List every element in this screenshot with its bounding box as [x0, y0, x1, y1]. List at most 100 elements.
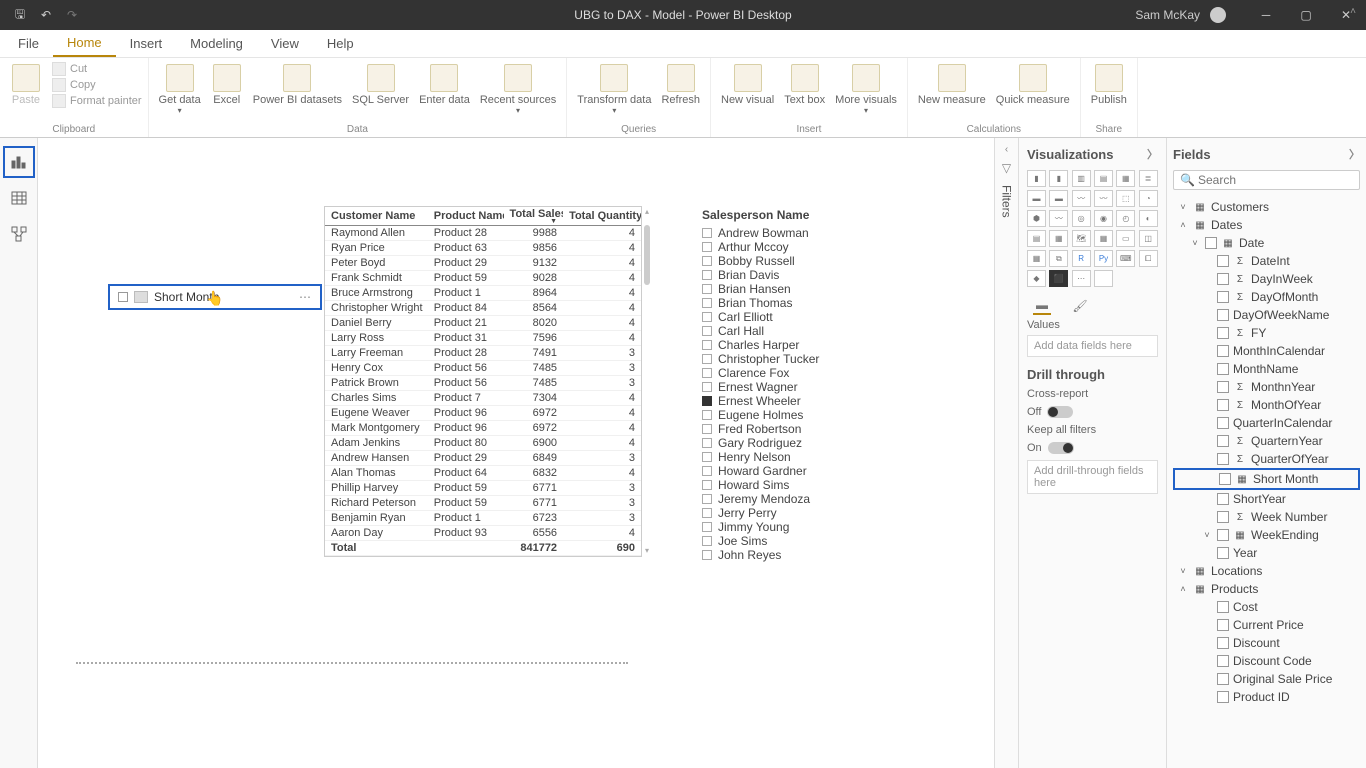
format-tab-icon[interactable]: 🖌: [1071, 297, 1089, 315]
excel-button[interactable]: Excel: [207, 62, 247, 108]
col-product[interactable]: Product Name: [428, 207, 504, 226]
field-quarterofyear[interactable]: ΣQuarterOfYear: [1173, 450, 1360, 468]
get-data-button[interactable]: Get data▾: [155, 62, 205, 117]
slicer-item[interactable]: Charles Harper: [702, 338, 902, 352]
table-customers[interactable]: ˅▦Customers: [1173, 198, 1360, 216]
text-box-button[interactable]: Text box: [780, 62, 829, 108]
checkbox-icon[interactable]: [702, 438, 712, 448]
field-monthname[interactable]: MonthName: [1173, 360, 1360, 378]
drill-through-well[interactable]: Add drill-through fields here: [1027, 460, 1158, 494]
viz-type-icon[interactable]: ◐: [1139, 210, 1158, 227]
slicer-item[interactable]: Howard Sims: [702, 478, 902, 492]
keep-filters-toggle[interactable]: On: [1027, 442, 1158, 454]
checkbox-icon[interactable]: [702, 452, 712, 462]
table-row[interactable]: Alan ThomasProduct 6468324: [325, 466, 641, 481]
table-visual[interactable]: Customer Name Product Name Total Sales▼ …: [324, 206, 642, 557]
tab-view[interactable]: View: [257, 30, 313, 57]
viz-type-icon[interactable]: ⧠: [1139, 250, 1158, 267]
table-row[interactable]: Henry CoxProduct 5674853: [325, 361, 641, 376]
viz-type-icon[interactable]: ◔: [1139, 190, 1158, 207]
copy-button[interactable]: Copy: [52, 78, 142, 92]
field-dayofweekname[interactable]: DayOfWeekName: [1173, 306, 1360, 324]
field-weekending[interactable]: ˅▦WeekEnding: [1173, 526, 1360, 544]
field-year[interactable]: Year: [1173, 544, 1360, 562]
table-row[interactable]: Larry FreemanProduct 2874913: [325, 346, 641, 361]
save-icon[interactable]: 🖫: [12, 7, 28, 23]
field-discount_code[interactable]: Discount Code: [1173, 652, 1360, 670]
slicer-item[interactable]: Christopher Tucker: [702, 352, 902, 366]
search-input[interactable]: [1198, 173, 1353, 187]
table-row[interactable]: Raymond AllenProduct 2899884: [325, 226, 641, 241]
viz-type-icon[interactable]: ◉: [1094, 210, 1113, 227]
table-dates[interactable]: ˄▦Dates: [1173, 216, 1360, 234]
table-row[interactable]: Bruce ArmstrongProduct 189644: [325, 286, 641, 301]
field-monthincalendar[interactable]: MonthInCalendar: [1173, 342, 1360, 360]
paste-button[interactable]: Paste: [6, 62, 46, 108]
table-row[interactable]: Benjamin RyanProduct 167233: [325, 511, 641, 526]
viz-type-icon[interactable]: ⬢: [1027, 210, 1046, 227]
viz-type-icon[interactable]: ⧉: [1049, 250, 1068, 267]
enter-data-button[interactable]: Enter data: [415, 62, 474, 108]
values-well[interactable]: Add data fields here: [1027, 335, 1158, 357]
table-row[interactable]: Larry RossProduct 3175964: [325, 331, 641, 346]
field-original_sale_price[interactable]: Original Sale Price: [1173, 670, 1360, 688]
new-visual-button[interactable]: New visual: [717, 62, 778, 108]
table-locations[interactable]: ˅▦Locations: [1173, 562, 1360, 580]
fields-search[interactable]: 🔍: [1173, 170, 1360, 190]
slicer-item[interactable]: Jimmy Young: [702, 520, 902, 534]
checkbox-icon[interactable]: [702, 242, 712, 252]
viz-type-icon[interactable]: ⌨: [1116, 250, 1135, 267]
cross-report-toggle[interactable]: Off: [1027, 406, 1158, 418]
more-visuals-button[interactable]: More visuals▾: [831, 62, 901, 117]
viz-type-icon[interactable]: 🗺: [1072, 230, 1091, 247]
viz-type-icon[interactable]: ▤: [1027, 230, 1046, 247]
viz-type-icon[interactable]: ▦: [1049, 230, 1068, 247]
viz-type-icon[interactable]: ▬: [1049, 190, 1068, 207]
table-row[interactable]: Phillip HarveyProduct 5967713: [325, 481, 641, 496]
tab-help[interactable]: Help: [313, 30, 368, 57]
slicer-item[interactable]: Ernest Wheeler: [702, 394, 902, 408]
field-fy[interactable]: ΣFY: [1173, 324, 1360, 342]
checkbox-icon[interactable]: [702, 522, 712, 532]
viz-type-icon[interactable]: [1094, 270, 1113, 287]
slicer-item[interactable]: Bobby Russell: [702, 254, 902, 268]
recent-sources-button[interactable]: Recent sources▾: [476, 62, 560, 117]
viz-type-icon[interactable]: 〰: [1094, 190, 1113, 207]
publish-button[interactable]: Publish: [1087, 62, 1131, 108]
undo-icon[interactable]: ↶: [38, 7, 54, 23]
field-cost[interactable]: Cost: [1173, 598, 1360, 616]
sql-server-button[interactable]: SQL Server: [348, 62, 413, 108]
slicer-short-month[interactable]: Short Month ⋯: [108, 284, 322, 310]
slicer-item[interactable]: Jeremy Mendoza: [702, 492, 902, 506]
field-weeknumber[interactable]: ΣWeek Number: [1173, 508, 1360, 526]
viz-type-icon[interactable]: 〰: [1072, 190, 1091, 207]
viz-type-icon[interactable]: 〰: [1049, 210, 1068, 227]
checkbox-icon[interactable]: [702, 508, 712, 518]
slicer-item[interactable]: Clarence Fox: [702, 366, 902, 380]
field-monthofyear[interactable]: ΣMonthOfYear: [1173, 396, 1360, 414]
scroll-down-icon[interactable]: ▾: [643, 546, 651, 556]
checkbox-icon[interactable]: [702, 284, 712, 294]
viz-type-icon[interactable]: ▮: [1049, 170, 1068, 187]
viz-type-icon[interactable]: ▮: [1027, 170, 1046, 187]
slicer-item[interactable]: Brian Hansen: [702, 282, 902, 296]
cut-button[interactable]: Cut: [52, 62, 142, 76]
viz-type-icon[interactable]: ⬚: [1116, 190, 1135, 207]
slicer-item[interactable]: Howard Gardner: [702, 464, 902, 478]
field-quarternyear[interactable]: ΣQuarternYear: [1173, 432, 1360, 450]
checkbox-icon[interactable]: [702, 312, 712, 322]
viz-type-icon[interactable]: ▦: [1094, 230, 1113, 247]
checkbox-icon[interactable]: [702, 424, 712, 434]
field-dateint[interactable]: ΣDateInt: [1173, 252, 1360, 270]
slicer-item[interactable]: Brian Thomas: [702, 296, 902, 310]
table-row[interactable]: Aaron DayProduct 9365564: [325, 526, 641, 541]
redo-icon[interactable]: ↷: [64, 7, 80, 23]
fields-tab-icon[interactable]: ▬: [1033, 297, 1051, 315]
transform-data-button[interactable]: Transform data▾: [573, 62, 655, 117]
slicer-item[interactable]: Carl Hall: [702, 324, 902, 338]
field-quarterincalendar[interactable]: QuarterInCalendar: [1173, 414, 1360, 432]
hierarchy-date[interactable]: ˅▦Date: [1173, 234, 1360, 252]
field-dayinweek[interactable]: ΣDayInWeek: [1173, 270, 1360, 288]
expand-filters-icon[interactable]: ‹: [1005, 144, 1008, 155]
filters-pane-collapsed[interactable]: ‹ ▽ Filters: [994, 138, 1018, 768]
